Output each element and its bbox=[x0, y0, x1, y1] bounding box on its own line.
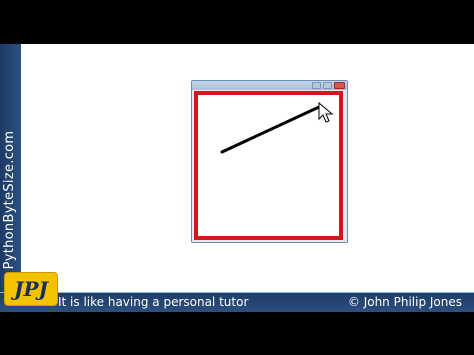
jpj-logo: JPJ bbox=[4, 272, 58, 306]
window-controls bbox=[312, 82, 345, 89]
close-icon[interactable] bbox=[334, 82, 345, 89]
footer-bar: It is like having a personal tutor © Joh… bbox=[0, 292, 474, 312]
maximize-icon[interactable] bbox=[323, 82, 332, 89]
turtle-window[interactable] bbox=[191, 80, 348, 243]
tagline: It is like having a personal tutor bbox=[58, 295, 249, 309]
site-sidebar: PythonByteSize.com bbox=[0, 44, 21, 311]
minimize-icon[interactable] bbox=[312, 82, 321, 89]
drawing-canvas[interactable] bbox=[194, 91, 343, 240]
copyright: © John Philip Jones bbox=[347, 295, 462, 309]
arrow-cursor-icon bbox=[318, 101, 334, 123]
drawing-svg bbox=[220, 101, 334, 154]
drawn-line bbox=[220, 105, 321, 154]
window-titlebar[interactable] bbox=[192, 81, 347, 90]
